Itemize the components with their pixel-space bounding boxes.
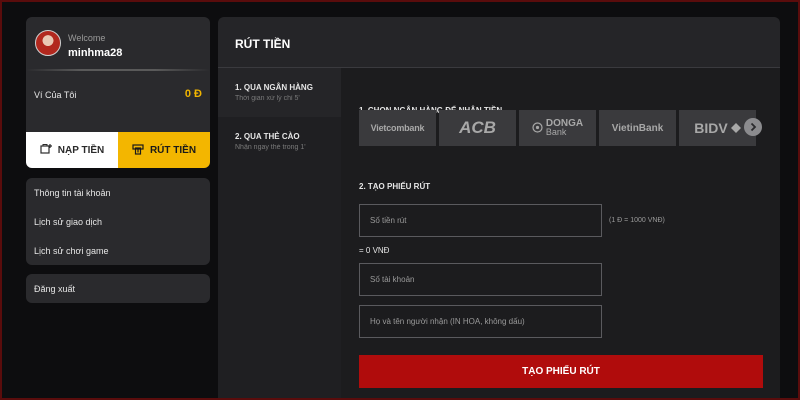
logout-button[interactable]: Đăng xuất	[26, 274, 210, 303]
bank-donga-label-wrap: DONGA Bank	[546, 119, 583, 137]
avatar[interactable]	[35, 30, 61, 56]
deposit-button[interactable]: NẠP TIỀN	[26, 132, 118, 168]
user-card: Welcome minhma28 Ví Của Tôi 0 Đ	[26, 17, 210, 132]
section-create-ticket: 2. TẠO PHIẾU RÚT	[359, 182, 431, 191]
withdraw-panel: RÚT TIỀN 1. QUA NGÂN HÀNG Thời gian xử l…	[218, 17, 780, 400]
converted-amount: = 0 VNĐ	[359, 246, 390, 255]
tab-bank[interactable]: 1. QUA NGÂN HÀNG Thời gian xử lý chỉ 5'	[218, 68, 341, 117]
bidv-diamond-icon	[730, 120, 741, 136]
create-ticket-button[interactable]: TẠO PHIẾU RÚT	[359, 355, 763, 388]
bank-donga-sublabel: Bank	[545, 127, 567, 137]
account-number-input[interactable]: Số tài khoản	[359, 263, 602, 296]
tab-card[interactable]: 2. QUA THẺ CÀO Nhận ngay thẻ trong 1'	[218, 117, 341, 166]
chevron-right-icon[interactable]	[744, 118, 762, 136]
bank-acb[interactable]: ACB	[439, 110, 516, 146]
wallet-plus-icon	[40, 143, 52, 158]
tab-bank-title: 1. QUA NGÂN HÀNG	[235, 83, 313, 92]
recipient-name-input[interactable]: Họ và tên người nhận (IN HOA, không dấu)	[359, 305, 602, 338]
deposit-label: NẠP TIỀN	[57, 144, 105, 156]
cash-out-icon	[132, 143, 144, 158]
username: minhma28	[68, 47, 123, 59]
amount-input[interactable]: Số tiền rút	[359, 204, 602, 237]
withdraw-form: 1. CHỌN NGÂN HÀNG ĐỂ NHẬN TIỀN Vietcomba…	[341, 68, 780, 400]
donga-logo-icon	[532, 121, 543, 135]
menu-item-game-history[interactable]: Lịch sử chơi game	[26, 236, 210, 265]
wallet-actions: NẠP TIỀN RÚT TIỀN	[26, 132, 210, 168]
bank-vietinbank[interactable]: VietinBank	[599, 110, 676, 146]
tab-card-subtitle: Nhận ngay thẻ trong 1'	[235, 144, 306, 151]
tab-card-title: 2. QUA THẺ CÀO	[235, 132, 300, 141]
account-menu: Thông tin tài khoản Lịch sử giao dịch Lị…	[26, 178, 210, 265]
bank-acb-label: ACB	[459, 118, 496, 137]
withdraw-label: RÚT TIỀN	[149, 144, 197, 156]
menu-item-account-info[interactable]: Thông tin tài khoản	[26, 178, 210, 207]
exchange-rate-note: (1 Đ = 1000 VNĐ)	[609, 217, 665, 224]
withdraw-button[interactable]: RÚT TIỀN	[118, 132, 210, 168]
withdraw-method-tabs: 1. QUA NGÂN HÀNG Thời gian xử lý chỉ 5' …	[218, 68, 341, 400]
menu-item-transaction-history[interactable]: Lịch sử giao dịch	[26, 207, 210, 236]
bank-donga[interactable]: DONGA Bank	[519, 110, 596, 146]
bank-vietcombank[interactable]: Vietcombank	[359, 110, 436, 146]
wallet-balance: 0 Đ	[184, 88, 202, 100]
bank-vietinbank-label: VietinBank	[611, 122, 664, 134]
wallet-label: Ví Của Tôi	[34, 90, 77, 100]
bank-list: Vietcombank ACB DONGA Bank VietinBank BI…	[359, 110, 763, 146]
welcome-label: Welcome	[68, 33, 106, 43]
bank-bidv-label: BIDV	[694, 120, 728, 136]
tab-bank-subtitle: Thời gian xử lý chỉ 5'	[235, 95, 300, 102]
bank-vietcombank-label: Vietcombank	[370, 123, 425, 133]
divider	[26, 69, 210, 71]
sidebar: Welcome minhma28 Ví Của Tôi 0 Đ NẠP TIỀN…	[26, 17, 210, 303]
page-title: RÚT TIỀN	[235, 37, 291, 51]
